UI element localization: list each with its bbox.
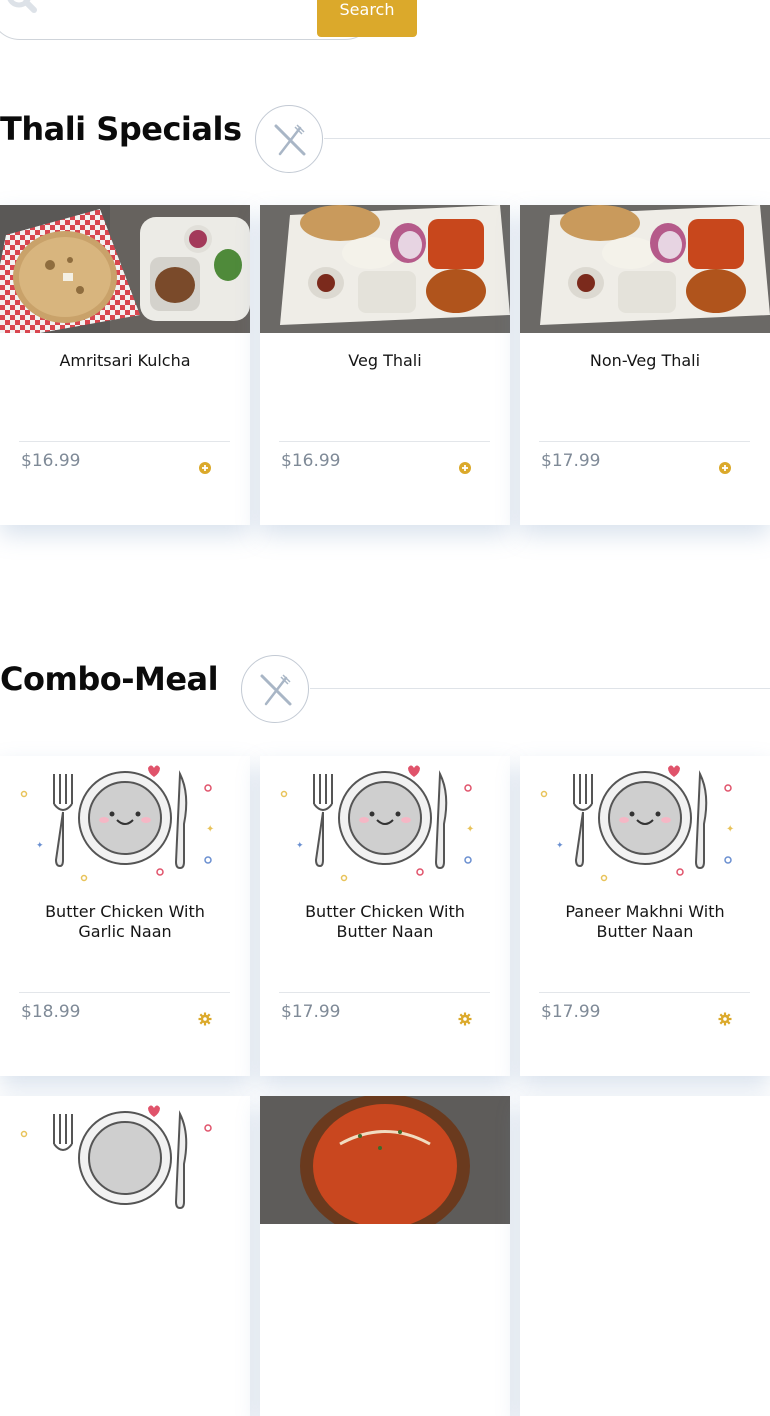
gear-icon[interactable] (458, 1012, 472, 1026)
card-divider (279, 441, 490, 442)
menu-item-name: Non-Veg Thali (589, 351, 701, 370)
menu-card[interactable]: Non-Veg Thali $17.99 (520, 205, 770, 525)
plus-circle-icon[interactable] (198, 461, 212, 475)
search-input[interactable] (39, 0, 343, 23)
kulcha-photo (0, 205, 250, 333)
svg-text:✦: ✦ (726, 824, 734, 835)
menu-item-name: Paneer Makhni With Butter Naan (565, 902, 725, 941)
menu-item-price: $17.99 (541, 1002, 601, 1022)
menu-item-name: Butter Chicken With Garlic Naan (45, 902, 205, 941)
menu-card[interactable]: ✦ ✦ Butter Chicken With Garlic Naan $18.… (0, 756, 250, 1076)
card-divider (19, 992, 230, 993)
search-button[interactable]: Search (317, 0, 417, 37)
plate-illustration: ✦ ✦ (260, 756, 510, 884)
card-divider (539, 992, 750, 993)
menu-item-price: $16.99 (281, 451, 341, 471)
menu-card[interactable] (0, 1096, 250, 1416)
plate-illustration: ✦ ✦ (0, 756, 250, 884)
menu-card[interactable]: Amritsari Kulcha $16.99 (0, 205, 250, 525)
section-divider (310, 688, 770, 689)
thali-photo (260, 205, 510, 333)
svg-text:✦: ✦ (36, 841, 44, 851)
section-title-thali-specials: Thali Specials (0, 110, 242, 148)
menu-card[interactable] (260, 1096, 510, 1416)
menu-card (520, 1096, 770, 1416)
menu-card[interactable]: ✦ ✦ Paneer Makhni With Butter Naan $17.9… (520, 756, 770, 1076)
cutlery-icon (260, 674, 292, 706)
section-title-combo-meal: Combo-Meal (0, 660, 219, 698)
svg-text:✦: ✦ (466, 824, 474, 835)
svg-text:✦: ✦ (296, 841, 304, 851)
cutlery-badge (255, 105, 323, 173)
svg-text:✦: ✦ (556, 841, 564, 851)
cutlery-icon (274, 124, 306, 156)
gear-icon[interactable] (198, 1012, 212, 1026)
plate-illustration (0, 1096, 250, 1224)
plate-illustration: ✦ ✦ (520, 756, 770, 884)
svg-text:✦: ✦ (206, 824, 214, 835)
menu-item-price: $16.99 (21, 451, 81, 471)
menu-card[interactable]: ✦ ✦ Butter Chicken With Butter Naan $17.… (260, 756, 510, 1076)
menu-item-name: Butter Chicken With Butter Naan (305, 902, 465, 941)
menu-item-price: $17.99 (281, 1002, 341, 1022)
card-divider (279, 992, 490, 993)
search-icon (1, 0, 41, 21)
menu-item-price: $18.99 (21, 1002, 81, 1022)
plus-circle-icon[interactable] (458, 461, 472, 475)
menu-item-name: Veg Thali (348, 351, 422, 370)
curry-photo (260, 1096, 510, 1224)
cutlery-badge (241, 655, 309, 723)
section-divider (324, 138, 770, 139)
card-divider (19, 441, 230, 442)
plus-circle-icon[interactable] (718, 461, 732, 475)
thali-photo (520, 205, 770, 333)
menu-item-name: Amritsari Kulcha (59, 351, 191, 370)
gear-icon[interactable] (718, 1012, 732, 1026)
menu-card[interactable]: Veg Thali $16.99 (260, 205, 510, 525)
card-divider (539, 441, 750, 442)
menu-item-price: $17.99 (541, 451, 601, 471)
